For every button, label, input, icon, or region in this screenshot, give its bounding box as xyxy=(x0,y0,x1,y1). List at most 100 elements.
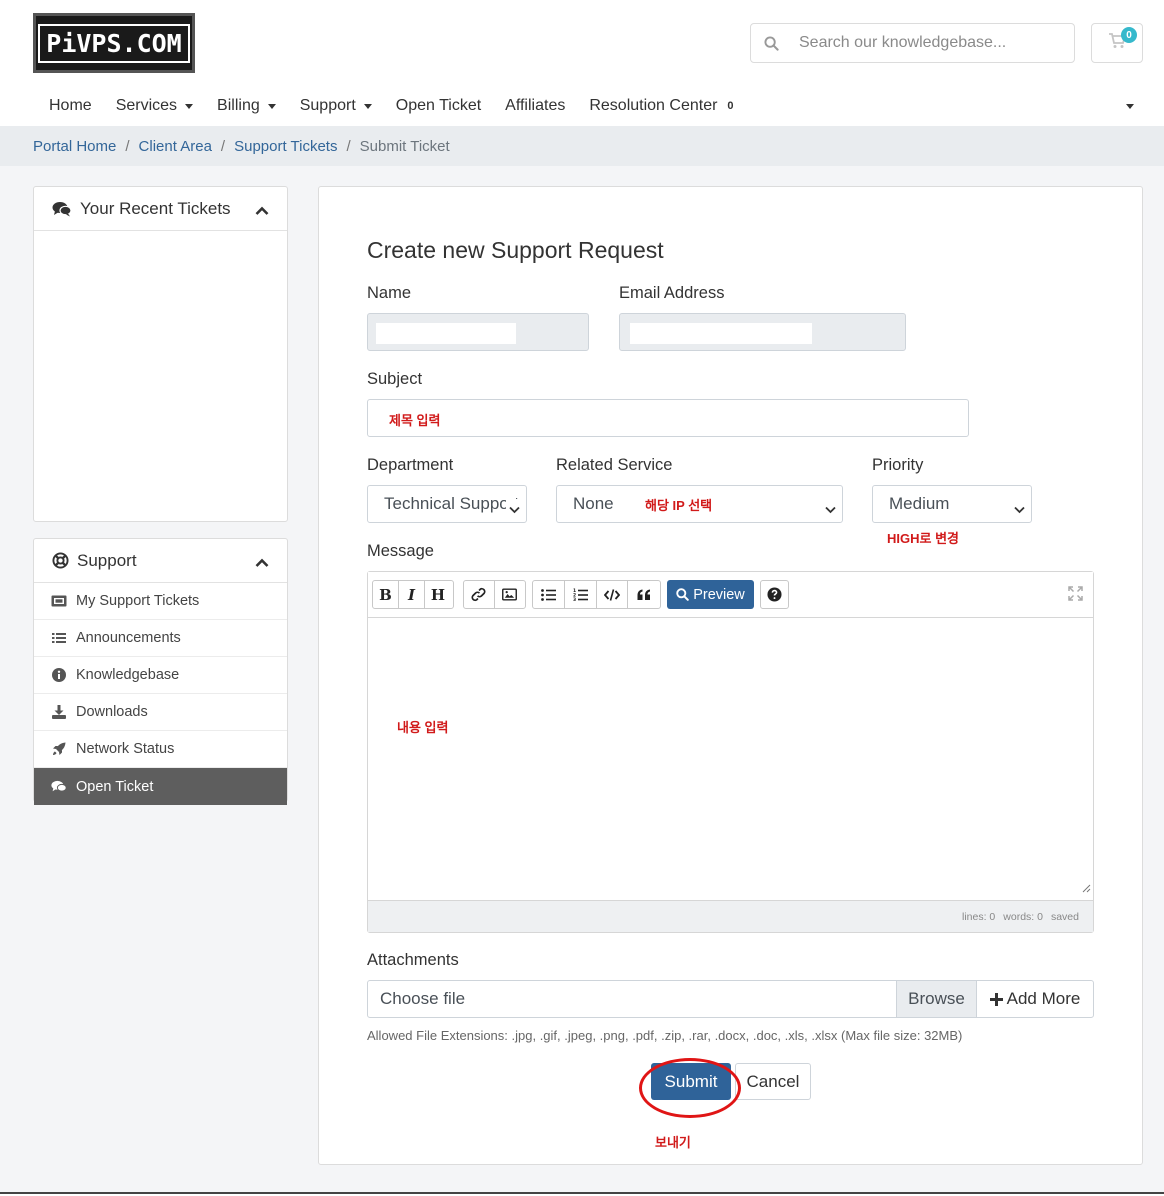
chevron-down-icon xyxy=(185,103,194,109)
nav-home[interactable]: Home xyxy=(37,97,104,115)
link-icon xyxy=(471,587,486,602)
question-icon xyxy=(767,587,782,602)
comments-icon xyxy=(50,780,68,793)
quote-icon xyxy=(637,589,651,600)
italic-button[interactable]: I xyxy=(399,581,425,608)
related-service-label: Related Service xyxy=(556,456,673,474)
list-icon xyxy=(50,632,68,644)
lines-count: lines: 0 xyxy=(962,910,996,923)
lifebuoy-icon xyxy=(52,552,69,569)
bullet-list-icon xyxy=(540,588,556,601)
editor-statusbar: lines: 0 words: 0 saved xyxy=(368,900,1093,932)
chevron-up-icon[interactable] xyxy=(255,553,269,573)
email-label: Email Address xyxy=(619,284,725,302)
breadcrumb: Portal Home / Client Area / Support Tick… xyxy=(0,126,1164,166)
page-title: Create new Support Request xyxy=(367,237,664,263)
preview-button[interactable]: Preview xyxy=(667,580,754,609)
bold-button[interactable]: B xyxy=(373,581,399,608)
allowed-extensions-hint: Allowed File Extensions: .jpg, .gif, .jp… xyxy=(367,1028,963,1043)
quote-button[interactable] xyxy=(628,581,660,608)
support-title: Support xyxy=(77,550,137,570)
numbered-list-icon: 123 xyxy=(573,588,588,601)
main-nav: Home Services Billing Support Open Ticke… xyxy=(37,92,746,120)
nav-services[interactable]: Services xyxy=(104,97,205,115)
attachments-label: Attachments xyxy=(367,951,459,969)
bullet-list-button[interactable] xyxy=(533,581,565,608)
code-button[interactable] xyxy=(597,581,629,608)
sidebar-item-announcements[interactable]: Announcements xyxy=(34,620,287,657)
breadcrumb-current: Submit Ticket xyxy=(359,137,450,155)
search-input[interactable] xyxy=(791,34,1051,52)
svg-text:3: 3 xyxy=(573,597,576,601)
message-textarea[interactable]: 내용 입력 xyxy=(368,618,1093,900)
chevron-down-icon xyxy=(1014,499,1025,519)
sidebar-item-open-ticket[interactable]: Open Ticket xyxy=(34,768,287,805)
code-icon xyxy=(603,588,620,601)
choose-file-field[interactable]: Choose file xyxy=(368,981,896,1017)
sidebar-item-network-status[interactable]: Network Status xyxy=(34,731,287,768)
site-header: PiVPS.COM 0 Home Services Billing Suppor… xyxy=(0,0,1164,126)
service-annotation: 해당 IP 선택 xyxy=(645,498,713,513)
link-button[interactable] xyxy=(464,581,495,608)
subject-input[interactable]: 제목 입력 xyxy=(367,399,969,437)
cart-button[interactable]: 0 xyxy=(1091,23,1143,63)
fullscreen-icon[interactable] xyxy=(1068,586,1083,606)
nav-resolution-center[interactable]: Resolution Center 0 xyxy=(577,97,745,115)
email-field xyxy=(619,313,906,351)
breadcrumb-client-area[interactable]: Client Area xyxy=(139,138,212,155)
nav-affiliates[interactable]: Affiliates xyxy=(493,97,577,115)
save-status: saved xyxy=(1050,910,1079,923)
email-redaction xyxy=(630,323,812,344)
support-panel: Support My Support Tickets Announcements… xyxy=(33,538,288,805)
support-menu: My Support Tickets Announcements Knowled… xyxy=(34,583,287,805)
recent-tickets-title: Your Recent Tickets xyxy=(80,198,231,218)
chevron-down-icon xyxy=(363,103,372,109)
markdown-editor: B I H 123 Preview 내용 입력 lines: 0 words: … xyxy=(367,571,1094,933)
recent-tickets-header[interactable]: Your Recent Tickets xyxy=(34,187,287,231)
support-header[interactable]: Support xyxy=(34,539,287,583)
knowledgebase-search[interactable] xyxy=(750,23,1075,63)
rocket-icon xyxy=(50,742,68,756)
site-logo[interactable]: PiVPS.COM xyxy=(33,13,195,73)
search-icon xyxy=(676,588,689,601)
numbered-list-button[interactable]: 123 xyxy=(565,581,597,608)
cancel-button[interactable]: Cancel xyxy=(735,1063,811,1100)
browse-button[interactable]: Browse xyxy=(896,981,976,1017)
nav-open-ticket[interactable]: Open Ticket xyxy=(384,97,493,115)
attachment-input: Choose file Browse Add More xyxy=(367,980,1094,1018)
breadcrumb-support-tickets[interactable]: Support Tickets xyxy=(234,138,337,155)
format-group: B I H xyxy=(372,580,454,609)
nav-billing[interactable]: Billing xyxy=(205,97,288,115)
ticket-form-card: Create new Support Request Name Email Ad… xyxy=(318,186,1143,1165)
nav-support[interactable]: Support xyxy=(288,97,384,115)
help-button[interactable] xyxy=(760,580,789,609)
priority-select[interactable]: Medium xyxy=(872,485,1032,523)
name-label: Name xyxy=(367,284,412,302)
resize-grip-icon[interactable] xyxy=(1082,880,1091,898)
heading-button[interactable]: H xyxy=(425,581,451,608)
image-button[interactable] xyxy=(495,581,525,608)
sidebar-item-knowledgebase[interactable]: Knowledgebase xyxy=(34,657,287,694)
chevron-down-icon xyxy=(825,499,836,519)
breadcrumb-portal-home[interactable]: Portal Home xyxy=(33,138,116,155)
download-icon xyxy=(50,705,68,719)
related-service-select[interactable]: None 해당 IP 선택 xyxy=(556,485,843,523)
department-select[interactable]: Technical Support xyxy=(367,485,527,523)
block-group: 123 xyxy=(532,580,661,609)
chevron-down-icon xyxy=(267,103,276,109)
chevron-down-icon xyxy=(506,499,520,519)
sidebar-item-my-support-tickets[interactable]: My Support Tickets xyxy=(34,583,287,620)
cart-count-badge: 0 xyxy=(1121,27,1137,43)
name-field xyxy=(367,313,589,351)
subject-annotation: 제목 입력 xyxy=(389,413,441,428)
sidebar-item-downloads[interactable]: Downloads xyxy=(34,694,287,731)
message-label: Message xyxy=(367,542,434,560)
ticket-icon xyxy=(50,595,68,607)
priority-annotation: HIGH로 변경 xyxy=(887,531,959,546)
account-menu-caret-icon[interactable] xyxy=(1126,104,1134,109)
subject-label: Subject xyxy=(367,370,423,388)
add-more-button[interactable]: Add More xyxy=(976,981,1093,1017)
insert-group xyxy=(463,580,526,609)
chevron-up-icon[interactable] xyxy=(255,201,269,221)
resolution-badge: 0 xyxy=(727,100,734,112)
